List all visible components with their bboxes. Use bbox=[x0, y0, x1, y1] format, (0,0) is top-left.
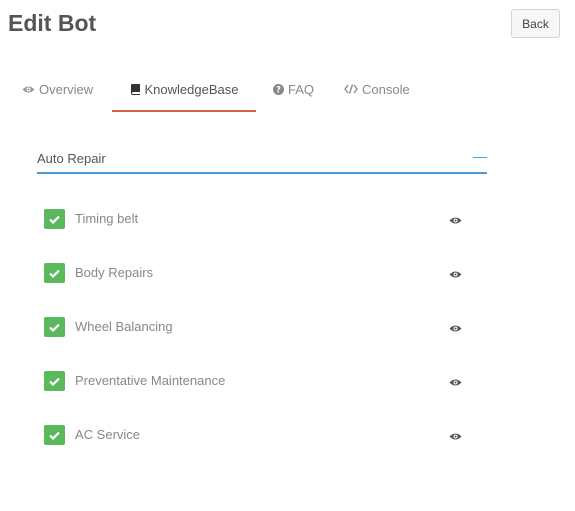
view-eye-icon[interactable] bbox=[449, 266, 462, 284]
tab-faq[interactable]: ? FAQ bbox=[273, 68, 314, 110]
check-icon bbox=[49, 323, 60, 332]
check-icon bbox=[49, 431, 60, 440]
list-item: Timing belt bbox=[44, 209, 484, 231]
item-label: Preventative Maintenance bbox=[75, 373, 226, 388]
checkbox[interactable] bbox=[44, 371, 65, 391]
view-eye-icon[interactable] bbox=[449, 320, 462, 338]
list-item: Body Repairs bbox=[44, 263, 484, 285]
book-icon bbox=[130, 83, 141, 95]
tab-overview[interactable]: Overview bbox=[22, 68, 93, 110]
collapse-toggle-button[interactable]: — bbox=[473, 148, 487, 164]
category-label: Auto Repair bbox=[37, 151, 106, 166]
list-item: Wheel Balancing bbox=[44, 317, 484, 339]
checkbox[interactable] bbox=[44, 425, 65, 445]
tab-bar: Overview KnowledgeBase ? FAQ Console bbox=[0, 68, 575, 112]
view-eye-icon[interactable] bbox=[449, 428, 462, 446]
checkbox[interactable] bbox=[44, 317, 65, 337]
check-icon bbox=[49, 269, 60, 278]
item-label: Wheel Balancing bbox=[75, 319, 173, 334]
svg-text:?: ? bbox=[276, 85, 281, 94]
check-icon bbox=[49, 215, 60, 224]
tab-label: Overview bbox=[39, 81, 94, 97]
view-eye-icon[interactable] bbox=[449, 374, 462, 392]
item-label: AC Service bbox=[75, 427, 141, 442]
tab-label: FAQ bbox=[288, 81, 315, 97]
eye-icon bbox=[22, 85, 35, 94]
code-icon bbox=[344, 84, 358, 94]
list-item: AC Service bbox=[44, 425, 484, 447]
item-label: Timing belt bbox=[75, 211, 139, 226]
tab-knowledgebase[interactable]: KnowledgeBase bbox=[112, 68, 256, 112]
page-title: Edit Bot bbox=[8, 10, 97, 36]
check-icon bbox=[49, 377, 60, 386]
category-header: Auto Repair — bbox=[37, 148, 487, 174]
tab-console[interactable]: Console bbox=[344, 68, 410, 110]
view-eye-icon[interactable] bbox=[449, 212, 462, 230]
list-item: Preventative Maintenance bbox=[44, 371, 484, 393]
tab-label: KnowledgeBase bbox=[144, 81, 239, 97]
question-circle-icon: ? bbox=[273, 83, 284, 95]
tab-label: Console bbox=[362, 81, 410, 97]
item-label: Body Repairs bbox=[75, 265, 154, 280]
checkbox[interactable] bbox=[44, 209, 65, 229]
back-button[interactable]: Back bbox=[511, 9, 560, 38]
checkbox[interactable] bbox=[44, 263, 65, 283]
